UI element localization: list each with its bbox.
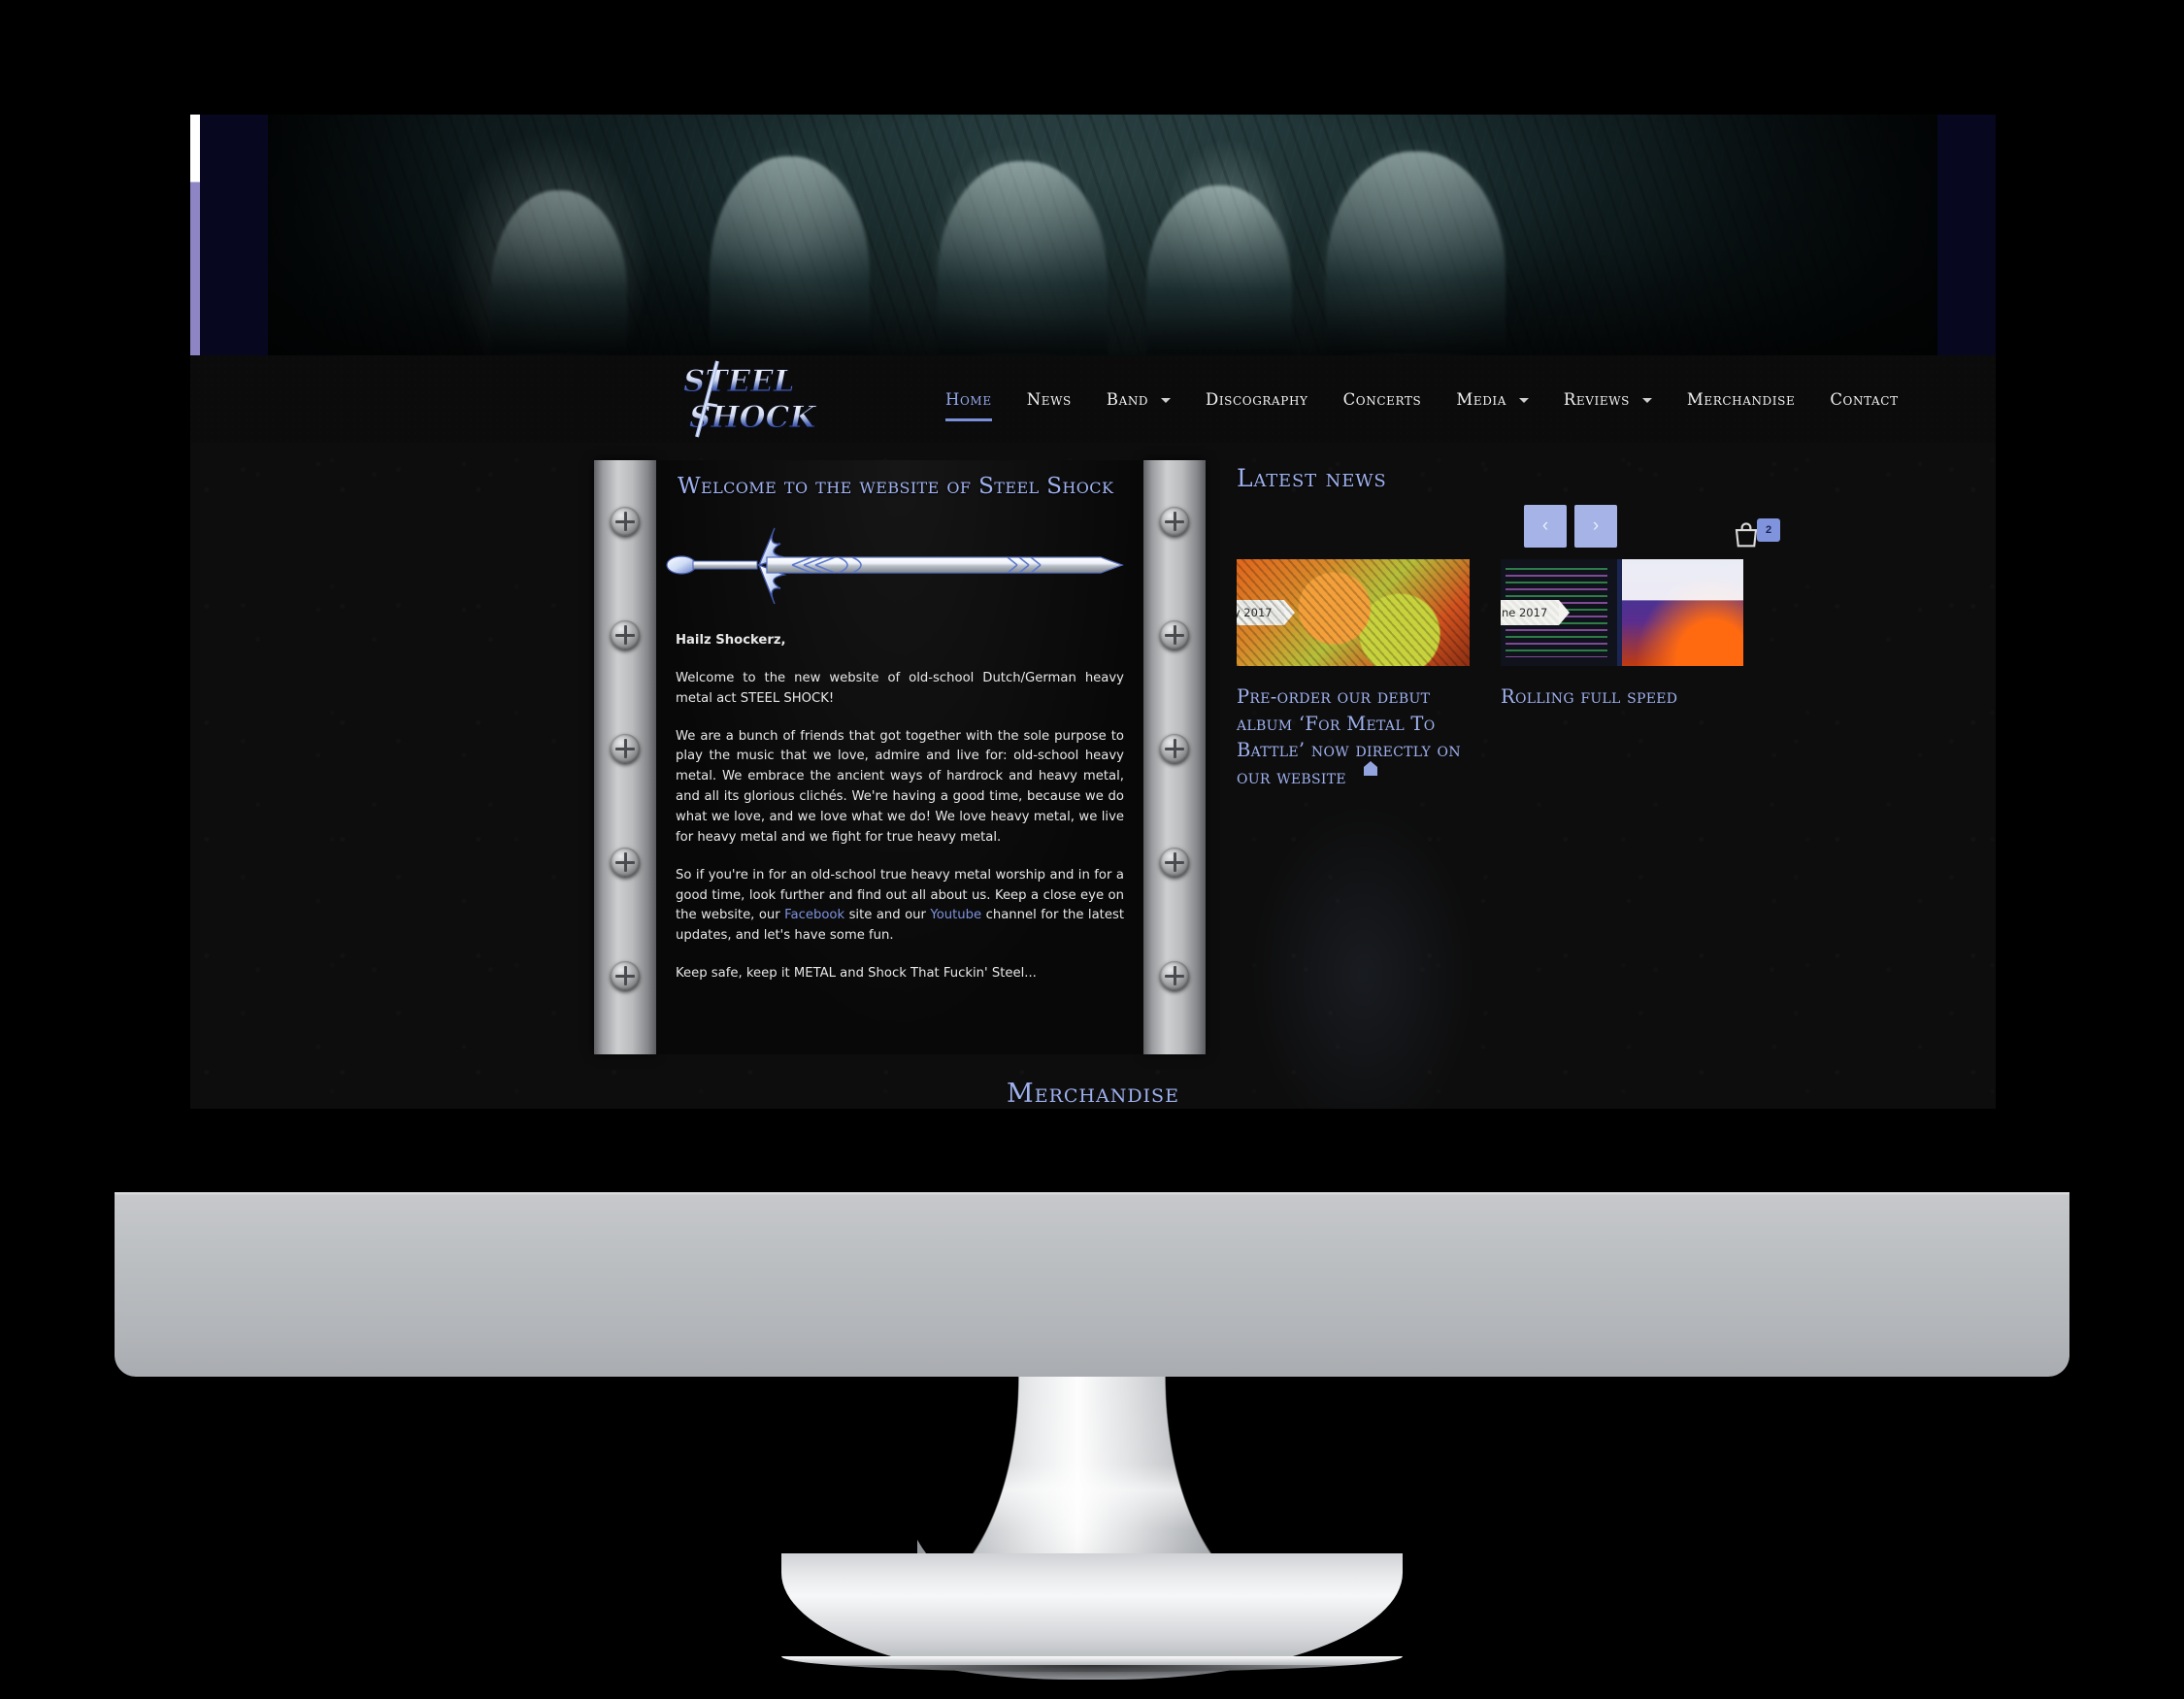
merchandise-section-heading: Merchandise: [190, 1079, 1996, 1109]
monitor-chin-highlight: [115, 1192, 2069, 1195]
metal-plate-right: [1143, 460, 1206, 1054]
paragraph-2: We are a bunch of friends that got toget…: [676, 728, 1124, 845]
monitor-base-shadow: [767, 1665, 1417, 1681]
nav-label-discography: Discography: [1206, 389, 1308, 409]
nav-label-contact: Contact: [1830, 389, 1899, 409]
screw-icon: [1160, 961, 1189, 990]
welcome-panel: Welcome to the website of Steel Shock Ha…: [594, 460, 1206, 1054]
nav-item-band[interactable]: Band: [1089, 390, 1188, 409]
hero-band-photo: [268, 115, 1937, 355]
metal-plate-left: [594, 460, 656, 1054]
paragraph-1: Welcome to the new website of old-school…: [676, 670, 1124, 706]
greeting-line: Hailz Shockerz,: [676, 631, 1124, 651]
news-item[interactable]: 5 July 2017 Pre-order our debut album ‘F…: [1237, 559, 1470, 791]
youtube-link[interactable]: Youtube: [930, 908, 981, 922]
home-icon[interactable]: [1363, 760, 1378, 777]
news-carousel-controls: ‹ ›: [1524, 505, 1617, 548]
nav-label-reviews: Reviews: [1563, 389, 1630, 409]
news-date-badge: 5 July 2017: [1237, 600, 1295, 625]
news-date-badge: 30 June 2017: [1501, 600, 1571, 625]
nav-item-concerts[interactable]: Concerts: [1326, 390, 1439, 409]
nav-item-contact[interactable]: Contact: [1812, 390, 1915, 409]
screw-icon: [611, 848, 640, 877]
page-title: Welcome to the website of Steel Shock: [678, 474, 1114, 499]
nav-item-media[interactable]: Media: [1439, 390, 1546, 409]
monitor-chin: [115, 1192, 2069, 1377]
chevron-down-icon: [1641, 397, 1652, 403]
screw-icon: [1160, 734, 1189, 763]
news-item[interactable]: 30 June 2017 Rolling full speed: [1501, 559, 1743, 711]
browser-viewport: STEEL SHOCK Home News Band Discography C…: [190, 115, 1996, 1136]
news-thumbnail[interactable]: 5 July 2017: [1237, 559, 1470, 666]
screw-icon: [611, 620, 640, 650]
page-content: Welcome to the website of Steel Shock Ha…: [190, 443, 1996, 1136]
viewport-bottom-cutoff: [190, 1109, 1996, 1136]
facebook-link[interactable]: Facebook: [784, 908, 844, 922]
hero-right-navy-strip: [1937, 115, 1996, 355]
hero-left-navy-strip: [200, 115, 268, 355]
paragraph-3: So if you're in for an old-school true h…: [676, 866, 1124, 947]
news-title[interactable]: Pre-order our debut album ‘For Metal To …: [1237, 683, 1470, 791]
para3-part-b: site and our: [844, 908, 931, 923]
nav-label-media: Media: [1456, 389, 1507, 409]
site-logo[interactable]: STEEL SHOCK: [676, 359, 850, 439]
nav-label-concerts: Concerts: [1342, 389, 1422, 409]
screw-icon: [1160, 620, 1189, 650]
latest-news-section: Latest news ‹ › 5 July 2017 Pre-order ou…: [1219, 443, 1957, 1136]
page-left-edge: [190, 115, 200, 355]
nav-item-news[interactable]: News: [1009, 390, 1089, 409]
svg-text:STEEL: STEEL: [683, 364, 795, 399]
nav-item-discography[interactable]: Discography: [1188, 390, 1326, 409]
carousel-prev-button[interactable]: ‹: [1524, 505, 1567, 548]
screw-icon: [611, 507, 640, 536]
nav-label-merchandise: Merchandise: [1686, 389, 1796, 409]
screw-icon: [611, 961, 640, 990]
news-thumbnail[interactable]: 30 June 2017: [1501, 559, 1743, 666]
nav-label-news: News: [1026, 389, 1072, 409]
greeting-text: Hailz Shockerz,: [676, 633, 786, 648]
merchandise-label: Merchandise: [1007, 1079, 1179, 1109]
nav-item-merchandise[interactable]: Merchandise: [1670, 390, 1812, 409]
chevron-down-icon: [1161, 397, 1172, 403]
latest-news-heading: Latest news: [1237, 464, 1387, 492]
welcome-panel-body: Welcome to the website of Steel Shock Ha…: [656, 460, 1143, 1054]
sword-graphic: [666, 520, 1132, 610]
nav-item-reviews[interactable]: Reviews: [1546, 390, 1670, 409]
nav-links: Home News Band Discography Concerts Medi…: [928, 355, 1916, 443]
nav-item-home[interactable]: Home: [928, 389, 1009, 421]
welcome-text: Hailz Shockerz, Welcome to the new websi…: [676, 631, 1124, 1002]
paragraph-4: Keep safe, keep it METAL and Shock That …: [676, 966, 1037, 982]
monitor-device: STEEL SHOCK Home News Band Discography C…: [0, 0, 2184, 1699]
news-title[interactable]: Rolling full speed: [1501, 683, 1743, 711]
nav-label-home: Home: [945, 389, 992, 409]
screw-icon: [1160, 507, 1189, 536]
chevron-down-icon: [1518, 397, 1529, 403]
hero-vignette: [268, 115, 1937, 355]
screw-icon: [1160, 848, 1189, 877]
screw-icon: [611, 734, 640, 763]
nav-label-band: Band: [1106, 389, 1149, 409]
carousel-next-button[interactable]: ›: [1574, 505, 1617, 548]
nav-active-underline: [945, 417, 992, 421]
